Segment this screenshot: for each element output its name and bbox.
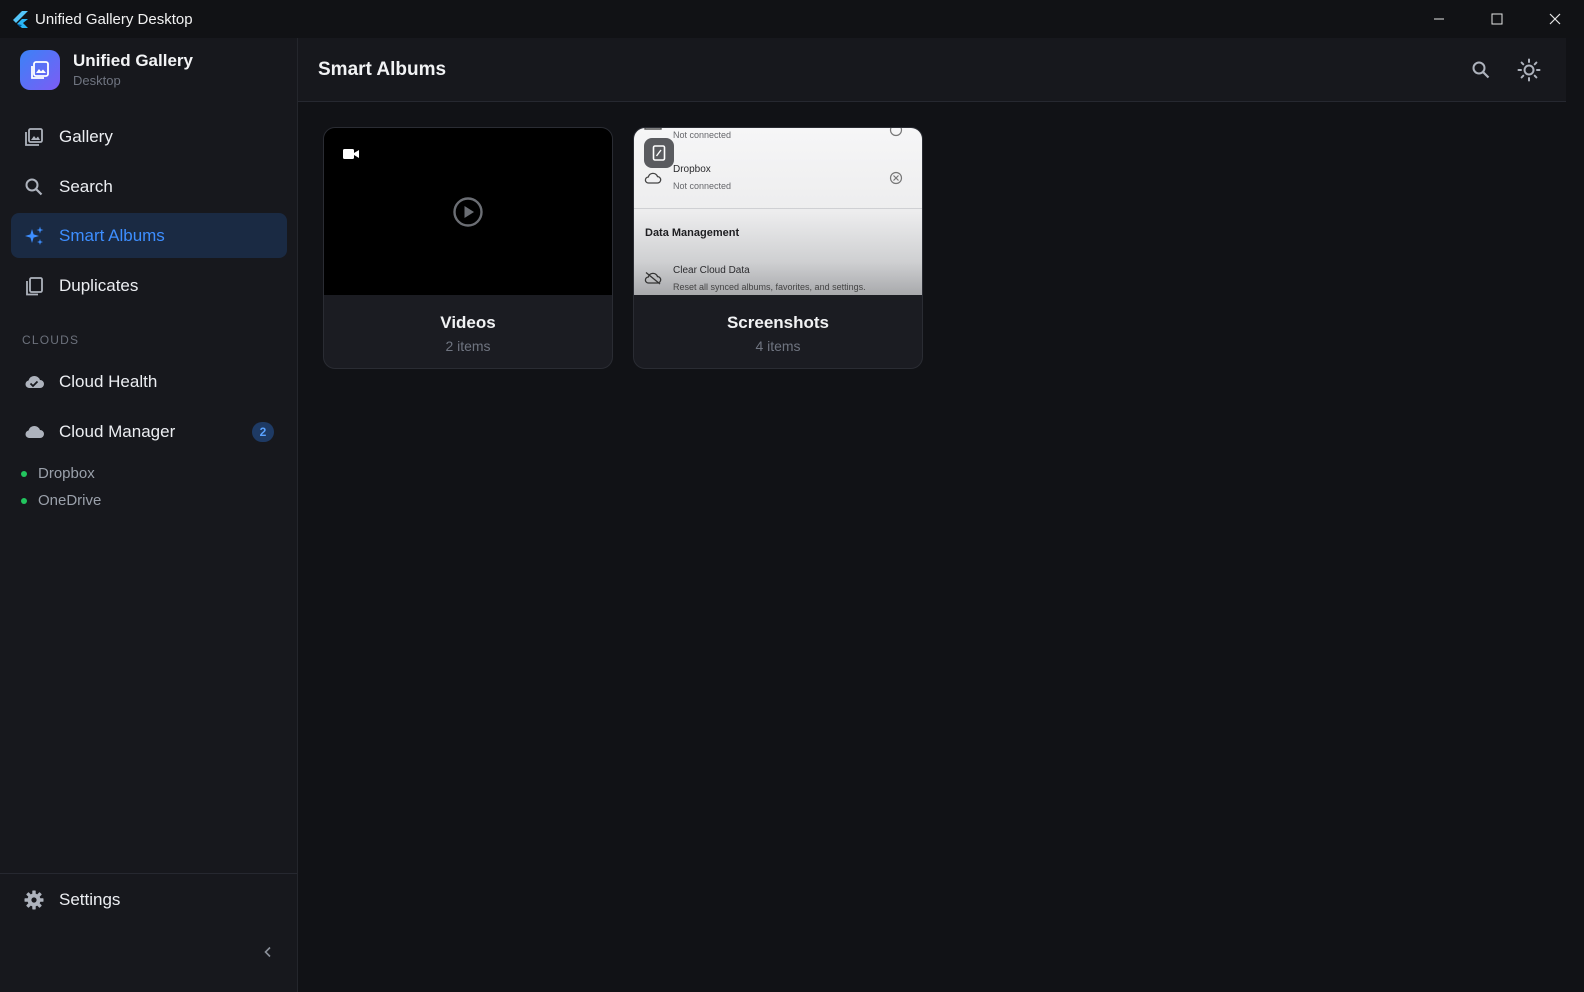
theme-toggle-button[interactable]	[1516, 57, 1542, 83]
preview-section-title: Data Management	[645, 227, 740, 239]
nav-label: Settings	[59, 889, 121, 909]
nav-label: Duplicates	[59, 275, 139, 295]
chevron-left-icon	[264, 946, 271, 958]
nav-label: Smart Albums	[59, 225, 165, 245]
album-thumbnail	[324, 128, 612, 295]
nav-label: Gallery	[59, 126, 113, 146]
document-icon	[652, 145, 666, 161]
cloud-outline-icon	[644, 172, 662, 184]
main-content: Smart Albums Videos 2 items Not connecte…	[298, 38, 1584, 992]
status-dot	[21, 470, 27, 477]
nav-item-settings[interactable]: Settings	[11, 877, 287, 922]
connected-cloud-dropbox[interactable]: Dropbox	[21, 465, 95, 482]
status-dot	[21, 497, 27, 504]
flutter-logo-icon	[11, 10, 29, 28]
nav-label: Search	[59, 176, 113, 196]
sparkle-icon	[23, 225, 45, 247]
brand-subtitle: Desktop	[73, 72, 121, 88]
album-card-videos[interactable]: Videos 2 items	[323, 127, 613, 369]
cloud-check-icon	[23, 371, 45, 393]
nav-item-search[interactable]: Search	[11, 164, 287, 209]
preview-action-desc: Reset all synced albums, favorites, and …	[673, 282, 866, 292]
cloud-manager-badge: 2	[252, 422, 274, 442]
window-title: Unified Gallery Desktop	[35, 10, 193, 28]
nav-item-cloud-manager[interactable]: Cloud Manager 2	[11, 409, 287, 454]
sidebar-divider	[0, 873, 297, 874]
preview-service-name: Dropbox	[673, 164, 711, 175]
album-name: Screenshots	[726, 313, 830, 332]
close-circle-icon	[889, 171, 903, 185]
album-thumbnail: Not connected Dropbox Not connected Data…	[634, 128, 922, 295]
cloud-link-label: Dropbox	[38, 465, 95, 482]
sun-icon	[1517, 58, 1541, 82]
album-card-screenshots[interactable]: Not connected Dropbox Not connected Data…	[633, 127, 923, 369]
brand: Unified Gallery Desktop	[20, 50, 193, 90]
maximize-icon	[1491, 13, 1503, 25]
nav-item-gallery[interactable]: Gallery	[11, 114, 287, 159]
sidebar: Unified Gallery Desktop Gallery Search S…	[0, 38, 298, 992]
preview-action-title: Clear Cloud Data	[673, 265, 750, 276]
maximize-button[interactable]	[1468, 0, 1526, 38]
title-bar: Unified Gallery Desktop	[0, 0, 1584, 38]
app-icon	[644, 138, 674, 168]
close-icon	[1549, 13, 1561, 25]
brand-name: Unified Gallery	[73, 50, 193, 70]
preview-divider	[634, 208, 922, 209]
video-camera-icon	[343, 149, 359, 159]
cloud-off-icon	[644, 271, 662, 285]
window-controls	[1410, 0, 1584, 38]
close-button[interactable]	[1526, 0, 1584, 38]
album-count: 4 items	[755, 338, 801, 354]
nav-label: Cloud Manager	[59, 421, 176, 441]
album-name: Videos	[440, 313, 496, 332]
nav-item-duplicates[interactable]: Duplicates	[11, 263, 287, 308]
clouds-section-header: CLOUDS	[22, 333, 80, 347]
preview-top-status: Not connected	[673, 130, 732, 140]
gallery-icon	[23, 126, 45, 148]
collapse-sidebar-button[interactable]	[258, 942, 278, 962]
search-icon	[23, 176, 45, 198]
page-header: Smart Albums	[298, 38, 1566, 102]
search-button[interactable]	[1468, 57, 1494, 83]
minimize-button[interactable]	[1410, 0, 1468, 38]
search-icon	[1472, 61, 1490, 79]
nav-item-smart-albums[interactable]: Smart Albums	[11, 213, 287, 258]
cloud-link-label: OneDrive	[38, 492, 102, 509]
nav-item-cloud-health[interactable]: Cloud Health	[11, 359, 287, 404]
preview-service-status: Not connected	[673, 181, 732, 191]
play-icon	[453, 197, 483, 227]
connected-cloud-onedrive[interactable]: OneDrive	[21, 492, 101, 509]
duplicates-icon	[23, 275, 45, 297]
page-title: Smart Albums	[318, 59, 447, 80]
cloud-icon	[23, 421, 45, 443]
close-circle-icon	[889, 128, 903, 137]
phone-outline-icon	[644, 128, 662, 130]
gear-icon	[23, 889, 45, 911]
minimize-icon	[1434, 18, 1444, 20]
nav-label: Cloud Health	[59, 371, 158, 391]
gallery-logo-icon	[20, 50, 60, 90]
album-count: 2 items	[445, 338, 491, 354]
